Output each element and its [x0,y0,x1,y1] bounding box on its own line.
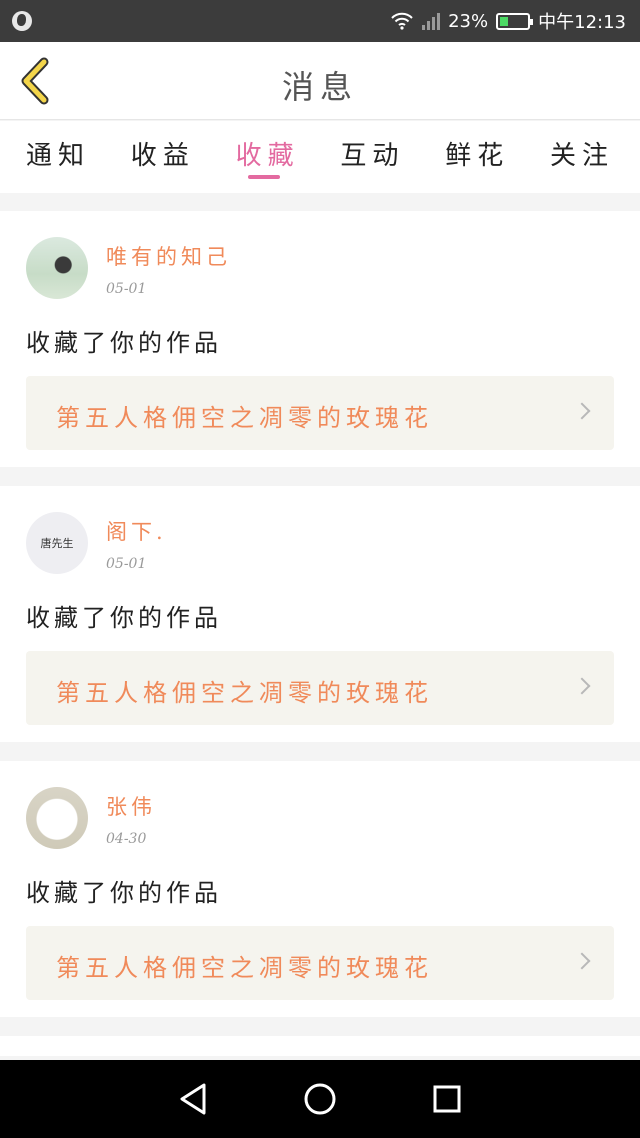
page-title: 消息 [281,68,358,106]
tab-interactions[interactable]: 互动 [340,121,404,193]
user-name[interactable]: 张伟 [106,791,156,821]
avatar-text: 唐先生 [40,537,74,550]
signal-icon [422,12,441,30]
action-text: 收藏了你的作品 [26,604,222,632]
tab-notifications[interactable]: 通知 [26,121,90,193]
system-nav-bar [0,1060,640,1138]
user-name[interactable]: 唯有的知己 [106,241,231,271]
list-item: 唯有的知己 05-01 收藏了你的作品 第五人格佣空之凋零的玫瑰花 [0,211,640,467]
header: 消息 [0,42,640,120]
tab-flowers[interactable]: 鲜花 [445,121,509,193]
battery-percent: 23% [448,10,489,32]
list-item: 张伟 04-30 收藏了你的作品 第五人格佣空之凋零的玫瑰花 [0,761,640,1017]
browser-icon [12,11,32,31]
tab-earnings[interactable]: 收益 [131,121,195,193]
back-triangle-icon [180,1083,206,1115]
tab-following[interactable]: 关注 [550,121,614,193]
avatar[interactable] [26,237,88,299]
work-link[interactable]: 第五人格佣空之凋零的玫瑰花 [26,651,614,725]
list-item: 唐先生 阁下. 05-01 收藏了你的作品 第五人格佣空之凋零的玫瑰花 [0,486,640,742]
nav-back-button[interactable] [173,1079,213,1119]
action-text: 收藏了你的作品 [26,329,222,357]
chevron-right-icon [573,402,591,420]
chevron-right-icon [573,952,591,970]
user-name[interactable]: 阁下. [106,516,167,546]
work-title: 第五人格佣空之凋零的玫瑰花 [56,404,433,432]
recents-square-icon [433,1085,461,1113]
list-item [0,1036,640,1056]
message-date: 04-30 [106,831,147,847]
home-circle-icon [304,1083,336,1115]
nav-home-button[interactable] [300,1079,340,1119]
work-title: 第五人格佣空之凋零的玫瑰花 [56,954,433,982]
status-time: 中午12:13 [538,12,626,33]
status-bar: 23% 中午12:13 [0,0,640,42]
nav-recents-button[interactable] [427,1079,467,1119]
tab-favorites[interactable]: 收藏 [236,121,300,193]
battery-icon [496,12,534,30]
work-link[interactable]: 第五人格佣空之凋零的玫瑰花 [26,376,614,450]
message-date: 05-01 [106,281,147,297]
work-link[interactable]: 第五人格佣空之凋零的玫瑰花 [26,926,614,1000]
tab-bar: 通知 收益 收藏 互动 鲜花 关注 [0,121,640,193]
message-list: 唯有的知己 05-01 收藏了你的作品 第五人格佣空之凋零的玫瑰花 唐先生 阁下… [0,211,640,1056]
work-title: 第五人格佣空之凋零的玫瑰花 [56,679,433,707]
action-text: 收藏了你的作品 [26,879,222,907]
message-date: 05-01 [106,556,147,572]
avatar[interactable]: 唐先生 [26,512,88,574]
avatar[interactable] [26,787,88,849]
wifi-icon [391,12,413,30]
chevron-right-icon [573,677,591,695]
